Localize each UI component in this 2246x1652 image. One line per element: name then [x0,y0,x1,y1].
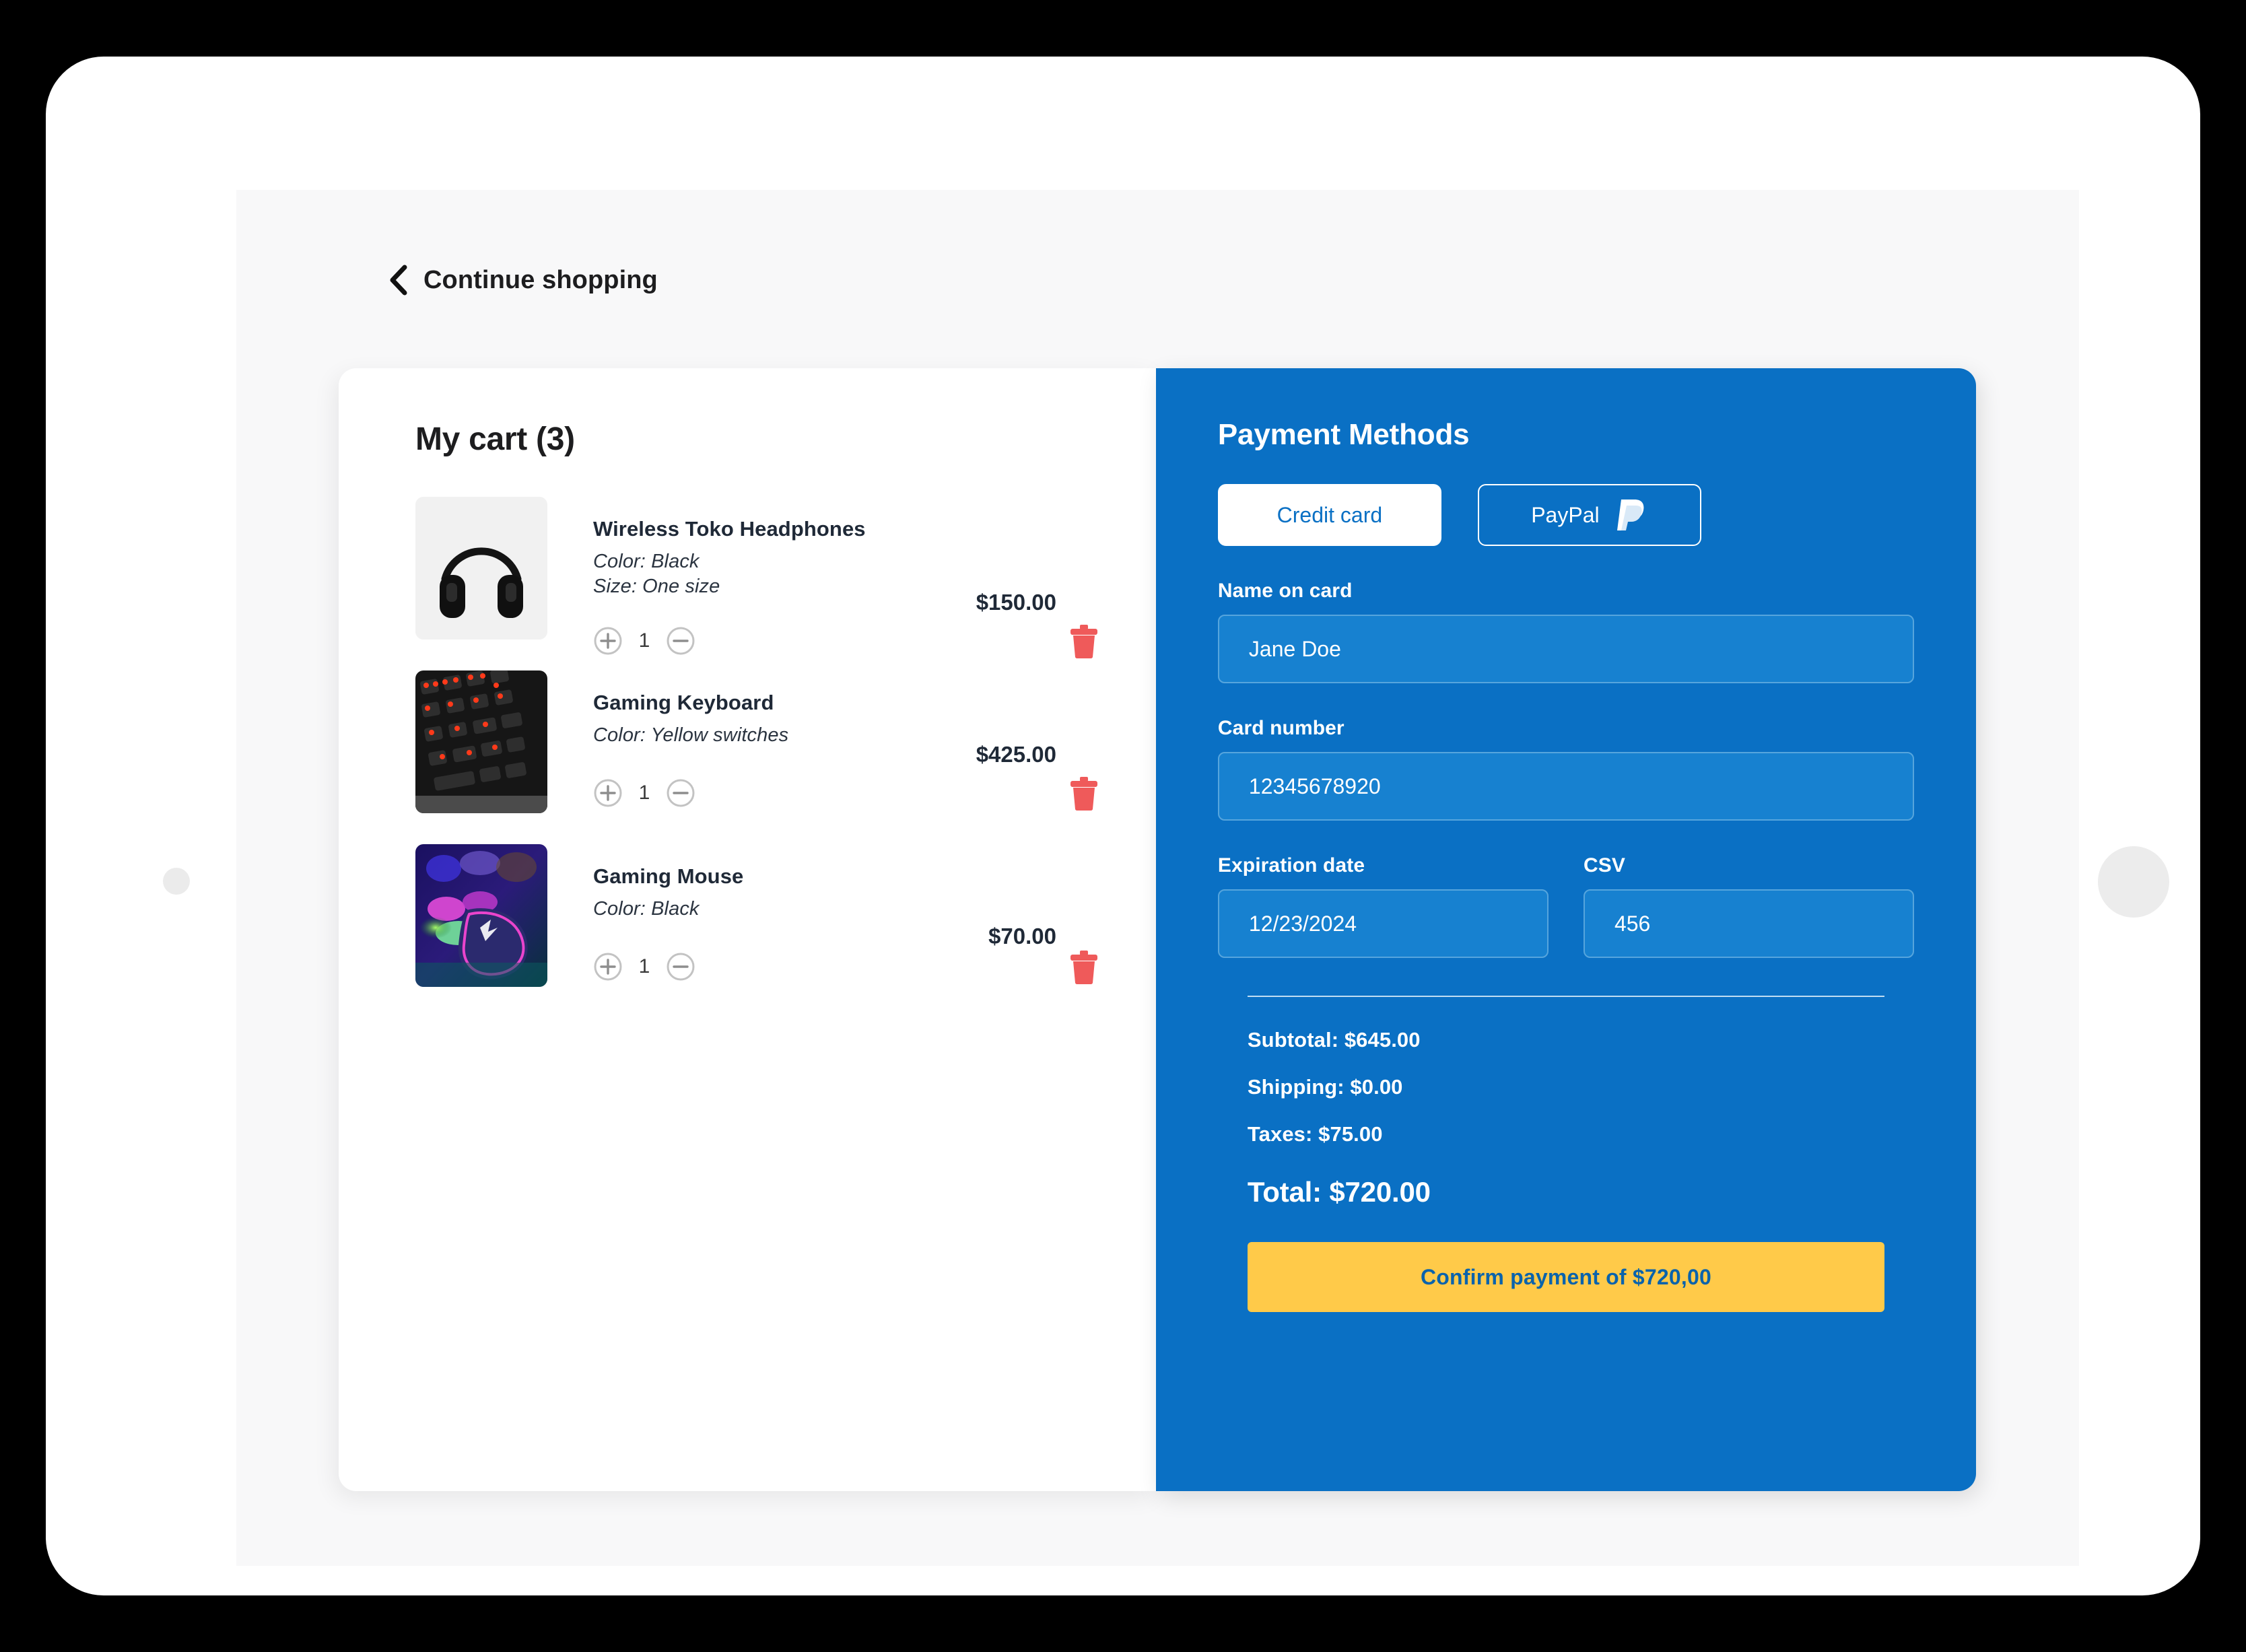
payment-method-tabs: Credit card PayPal [1217,484,1914,546]
trash-icon[interactable] [1068,623,1099,660]
quantity-stepper: 1 [593,626,695,656]
order-summary: Subtotal: $645.00 Shipping: $0.00 Taxes:… [1248,1028,1914,1208]
product-name: Gaming Mouse [593,864,744,888]
summary-divider [1247,996,1884,997]
cart-item-list: Wireless Toko Headphones Color: Black Si… [415,497,1156,987]
tablet-device-frame: Continue shopping My cart (3) Wireless T… [0,0,2246,1652]
name-on-card-label: Name on card [1217,580,1353,602]
csv-value: 456 [1614,911,1651,936]
quantity-value: 1 [638,782,650,804]
checkout-card: My cart (3) Wireless Toko Headphones Col… [339,368,1976,1491]
trash-icon[interactable] [1068,949,1099,986]
quantity-stepper: 1 [593,778,695,808]
tablet-screen: Continue shopping My cart (3) Wireless T… [236,190,2079,1566]
continue-shopping-label: Continue shopping [423,265,658,294]
plus-circle-icon[interactable] [593,626,623,656]
name-on-card-input[interactable]: Jane Doe [1217,615,1914,683]
card-number-input[interactable]: 12345678920 [1217,752,1914,821]
tablet-body: Continue shopping My cart (3) Wireless T… [46,57,2200,1595]
product-color: Color: Black [593,551,700,572]
mouse-image [415,844,547,987]
name-on-card-group: Name on card Jane Doe [1217,580,1914,683]
expiry-csv-row: Expiration date 12/23/2024 CSV 456 [1217,854,1914,958]
product-price: $425.00 [976,742,1056,767]
expiration-date-value: 12/23/2024 [1248,911,1357,936]
csv-label: CSV [1583,854,1625,876]
product-name: Wireless Toko Headphones [593,517,866,541]
tab-paypal-label: PayPal [1531,502,1600,527]
product-color: Color: Black [593,898,700,920]
keyboard-image [415,670,547,813]
expiration-date-label: Expiration date [1217,854,1365,876]
minus-circle-icon[interactable] [666,952,695,982]
csv-group: CSV 456 [1583,854,1914,958]
paypal-icon [1613,495,1648,535]
cart-panel: My cart (3) Wireless Toko Headphones Col… [339,368,1156,1491]
minus-circle-icon[interactable] [666,626,695,656]
chevron-left-icon [386,265,409,296]
plus-circle-icon[interactable] [593,952,623,982]
home-button[interactable] [2098,846,2169,918]
product-name: Gaming Keyboard [593,691,774,714]
plus-circle-icon[interactable] [593,778,623,808]
headphones-image [415,497,547,640]
continue-shopping-link[interactable]: Continue shopping [386,265,658,296]
shipping-line: Shipping: $0.00 [1247,1075,1403,1099]
minus-circle-icon[interactable] [666,778,695,808]
cart-item: Wireless Toko Headphones Color: Black Si… [415,497,1132,659]
cart-item: Gaming Keyboard Color: Yellow switches 1 [415,670,1132,813]
name-on-card-value: Jane Doe [1248,636,1341,661]
card-number-label: Card number [1217,717,1345,739]
expiration-date-input[interactable]: 12/23/2024 [1217,889,1549,958]
cart-item-details: Wireless Toko Headphones Color: Black Si… [547,497,1132,655]
quantity-value: 1 [638,955,650,977]
card-number-value: 12345678920 [1248,773,1381,798]
expiration-date-group: Expiration date 12/23/2024 [1217,854,1549,958]
subtotal-line: Subtotal: $645.00 [1247,1028,1421,1052]
product-price: $70.00 [988,924,1056,949]
csv-input[interactable]: 456 [1583,889,1914,958]
cart-item: Gaming Mouse Color: Black 1 $70.00 [415,844,1132,987]
tab-credit-card[interactable]: Credit card [1217,484,1441,546]
taxes-line: Taxes: $75.00 [1247,1122,1383,1146]
payment-methods-title: Payment Methods [1217,418,1470,451]
payment-panel: Payment Methods Credit card PayPal Name … [1155,368,1976,1491]
quantity-stepper: 1 [593,952,695,982]
product-price: $150.00 [976,590,1056,615]
trash-icon[interactable] [1068,776,1099,812]
tab-paypal[interactable]: PayPal [1477,484,1701,546]
camera-dot-icon [163,868,190,895]
confirm-payment-button[interactable]: Confirm payment of $720,00 [1247,1242,1884,1312]
quantity-value: 1 [638,629,650,652]
total-line: Total: $720.00 [1247,1176,1431,1208]
tab-credit-card-label: Credit card [1277,502,1383,527]
cart-item-details: Gaming Mouse Color: Black 1 [547,844,1132,987]
cart-title: My cart (3) [415,421,575,457]
card-number-group: Card number 12345678920 [1217,717,1914,821]
